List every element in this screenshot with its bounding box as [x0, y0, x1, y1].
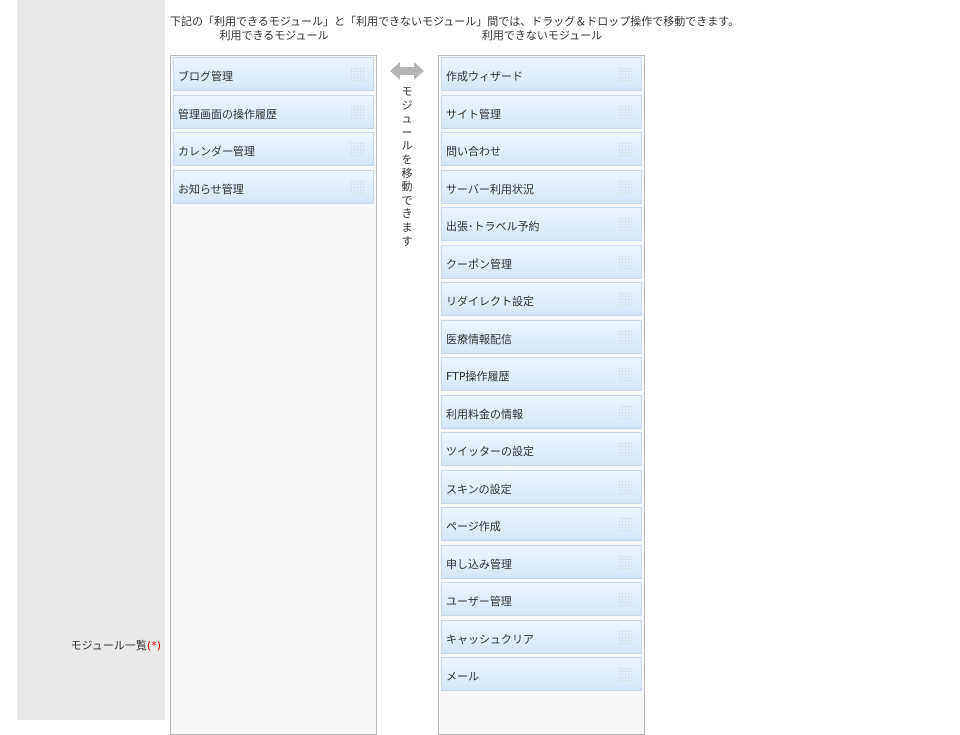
- module-item[interactable]: ページ作成: [441, 507, 642, 541]
- module-item[interactable]: 作成ウィザード: [441, 57, 642, 91]
- module-label: ユーザー管理: [446, 595, 512, 608]
- module-item[interactable]: クーポン管理: [441, 244, 642, 279]
- module-item[interactable]: ユーザー管理: [441, 582, 642, 616]
- module-label: ページ作成: [446, 520, 501, 533]
- drag-handle-icon[interactable]: [350, 179, 365, 194]
- module-label: メール: [446, 670, 479, 683]
- module-label: 申し込み管理: [446, 557, 512, 571]
- module-label: 医療情報配信: [446, 332, 512, 346]
- move-hint: モジュールを移動できます: [387, 60, 427, 248]
- drag-handle-icon[interactable]: [618, 67, 633, 81]
- module-label: サイト管理: [446, 107, 501, 121]
- module-label: クーポン管理: [446, 257, 512, 271]
- module-item[interactable]: サイト管理: [441, 94, 642, 129]
- available-modules-list[interactable]: ブログ管理 管理画面の操作履歴 カレンダー管理 お知らせ管理: [170, 55, 377, 735]
- module-item[interactable]: FTP操作履歴: [441, 357, 642, 391]
- module-item[interactable]: ブログ管理: [173, 57, 374, 91]
- module-item[interactable]: リダイレクト設定: [441, 282, 642, 316]
- drag-handle-icon[interactable]: [350, 142, 365, 156]
- module-label: キャッシュクリア: [446, 632, 534, 646]
- drag-handle-icon[interactable]: [618, 254, 633, 269]
- drag-handle-icon[interactable]: [618, 592, 633, 606]
- drag-handle-icon[interactable]: [618, 517, 633, 531]
- unavailable-modules-heading: 利用できないモジュール: [481, 29, 603, 42]
- drag-handle-icon[interactable]: [618, 404, 633, 419]
- drag-handle-icon[interactable]: [618, 104, 633, 119]
- drag-handle-icon[interactable]: [618, 554, 633, 569]
- module-item[interactable]: スキンの設定: [441, 469, 642, 504]
- module-item[interactable]: 問い合わせ: [441, 132, 642, 166]
- module-label: カレンダー管理: [178, 145, 255, 158]
- module-list-label-text: モジュール一覧: [70, 639, 147, 652]
- module-item[interactable]: 出張･トラベル予約: [441, 207, 642, 241]
- module-label: 問い合わせ: [446, 145, 501, 158]
- drag-handle-icon[interactable]: [618, 142, 633, 156]
- module-label: 作成ウィザード: [446, 70, 523, 83]
- module-list-label: モジュール一覧(*): [71, 637, 161, 653]
- module-label: FTP操作履歴: [446, 370, 510, 383]
- module-item[interactable]: 申し込み管理: [441, 544, 642, 579]
- module-item[interactable]: カレンダー管理: [173, 132, 374, 166]
- drag-handle-icon[interactable]: [618, 629, 633, 644]
- module-item[interactable]: キャッシュクリア: [441, 619, 642, 654]
- drag-handle-icon[interactable]: [618, 292, 633, 306]
- module-label: スキンの設定: [446, 482, 512, 496]
- drag-handle-icon[interactable]: [618, 479, 633, 494]
- module-item[interactable]: メール: [441, 657, 642, 691]
- field-value-column: 下記の「利用できるモジュール」と「利用できないモジュール」間では、ドラッグ＆ドロ…: [165, 0, 960, 735]
- module-label: ツイッターの設定: [446, 445, 534, 458]
- module-item[interactable]: サーバー利用状況: [441, 169, 642, 204]
- module-item[interactable]: 利用料金の情報: [441, 394, 642, 429]
- drag-handle-icon[interactable]: [618, 217, 633, 231]
- module-label: 管理画面の操作履歴: [178, 107, 277, 121]
- field-label-column: モジュール一覧(*): [17, 0, 165, 720]
- drag-handle-icon[interactable]: [350, 67, 365, 81]
- module-label: お知らせ管理: [178, 182, 244, 196]
- module-item[interactable]: ツイッターの設定: [441, 432, 642, 466]
- module-item[interactable]: お知らせ管理: [173, 169, 374, 204]
- module-label: 出張･トラベル予約: [446, 220, 540, 233]
- drag-handle-icon[interactable]: [350, 104, 365, 119]
- double-arrow-icon: [390, 62, 424, 80]
- drag-handle-icon[interactable]: [618, 367, 633, 381]
- move-hint-text: モジュールを移動できます: [401, 85, 413, 248]
- drag-handle-icon[interactable]: [618, 179, 633, 194]
- module-item[interactable]: 医療情報配信: [441, 319, 642, 354]
- module-label: サーバー利用状況: [446, 182, 534, 196]
- drag-handle-icon[interactable]: [618, 442, 633, 456]
- module-label: 利用料金の情報: [446, 407, 523, 421]
- drag-handle-icon[interactable]: [618, 329, 633, 344]
- available-modules-heading: 利用できるモジュール: [219, 29, 329, 42]
- module-label: リダイレクト設定: [446, 295, 534, 308]
- module-label: ブログ管理: [178, 70, 233, 83]
- unavailable-modules-list[interactable]: 作成ウィザード サイト管理 問い合わせ サーバー利用状況 出張･トラベル予約 ク…: [438, 55, 645, 735]
- drag-handle-icon[interactable]: [618, 667, 633, 681]
- module-item[interactable]: 管理画面の操作履歴: [173, 94, 374, 129]
- required-mark: (*): [146, 639, 161, 652]
